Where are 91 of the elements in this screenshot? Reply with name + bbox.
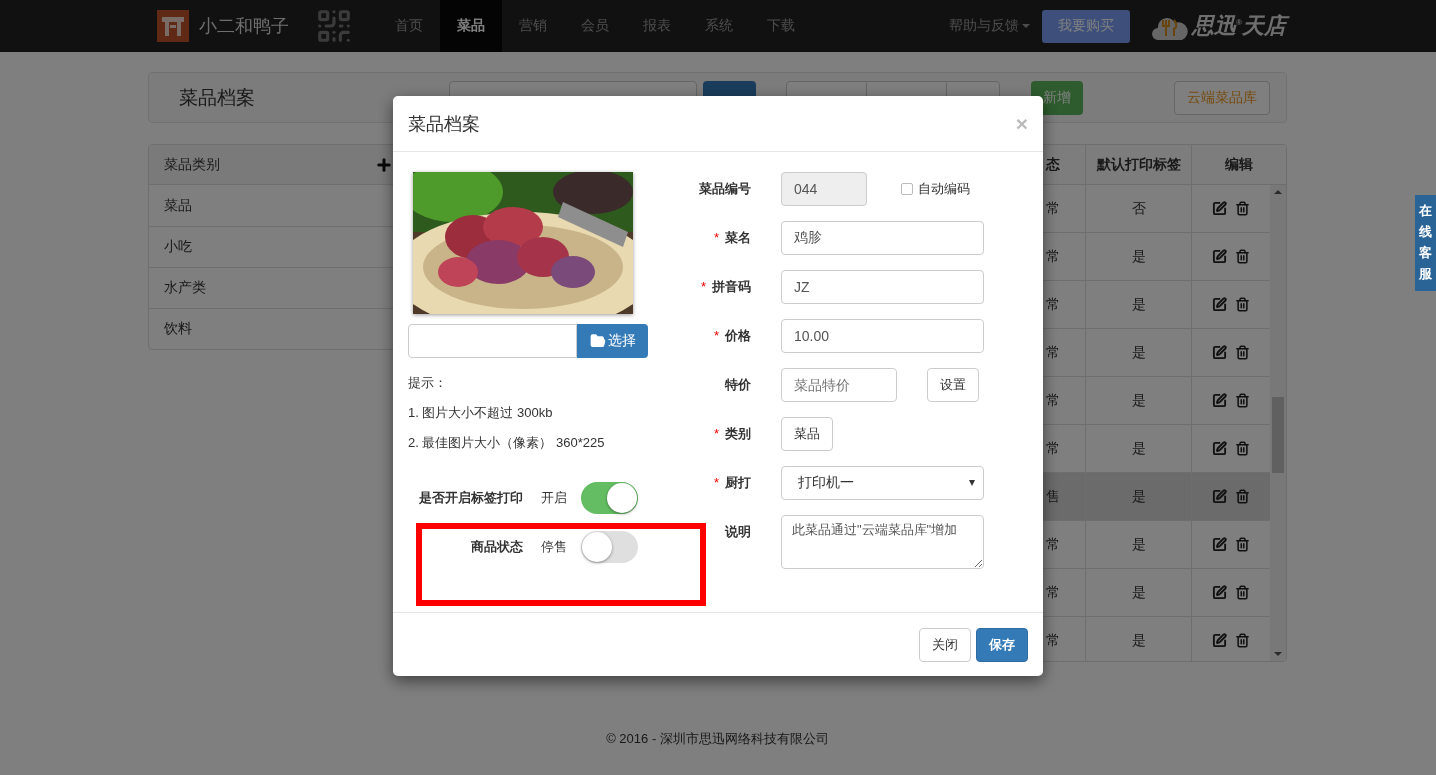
table-cell: 常: [1046, 343, 1060, 362]
field-label: * 类别: [712, 425, 751, 443]
edit-icon[interactable]: [1212, 297, 1227, 312]
code-field[interactable]: 044: [781, 172, 867, 206]
toggle-switch[interactable]: [581, 531, 638, 563]
field-label: * 价格: [712, 327, 751, 345]
shop-logo-icon: [157, 10, 189, 42]
column-header: 态: [1046, 155, 1060, 174]
field-label: 说明: [723, 523, 751, 541]
trash-icon[interactable]: [1235, 393, 1250, 408]
edit-icon[interactable]: [1212, 441, 1227, 456]
hint-text: 1. 图片大小不超过 300kb: [408, 404, 554, 422]
folder-icon: [589, 333, 606, 349]
column-header: 默认打印标签: [1096, 155, 1181, 174]
copyright-text: © 2016 - 深圳市思迅网络科技有限公司: [606, 731, 829, 746]
category-title: 菜品类别: [164, 155, 220, 174]
printer-select[interactable]: 打印机一: [781, 466, 984, 500]
trash-icon[interactable]: [1235, 441, 1250, 456]
checkbox-label: 自动编码: [918, 180, 970, 198]
nav-tab[interactable]: 菜品: [440, 0, 502, 52]
table-cell: 常: [1046, 535, 1060, 554]
file-field[interactable]: [408, 324, 577, 358]
table-cell: 常: [1046, 295, 1060, 314]
trash-icon[interactable]: [1235, 345, 1250, 360]
input-field[interactable]: 10.00: [781, 319, 984, 353]
toggle-label: 是否开启标签打印: [418, 489, 523, 507]
toggle-switch[interactable]: [581, 482, 638, 514]
hint-text: 2. 最佳图片大小（像素） 360*225: [408, 434, 606, 452]
field-label: * 厨打: [712, 474, 751, 492]
edit-icon[interactable]: [1212, 249, 1227, 264]
input-field[interactable]: 菜品特价: [781, 368, 897, 402]
table-cell: 是: [1131, 343, 1146, 362]
dialog-title: 菜品档案: [408, 112, 480, 136]
edit-icon[interactable]: [1212, 537, 1227, 552]
trash-icon[interactable]: [1235, 297, 1250, 312]
field-label: 菜品编号: [698, 180, 751, 198]
edit-icon[interactable]: [1212, 489, 1227, 504]
close-button[interactable]: 关闭: [919, 627, 971, 662]
toggle-state: 停售: [540, 538, 568, 556]
nav-tab[interactable]: 首页: [378, 0, 440, 52]
field-label: * 菜名: [712, 229, 751, 247]
table-cell: 是: [1131, 295, 1146, 314]
edit-icon[interactable]: [1212, 585, 1227, 600]
scrollbar[interactable]: [1270, 185, 1286, 661]
toggle-label: 商品状态: [470, 538, 523, 556]
online-service-tab[interactable]: 在线客服: [1415, 195, 1436, 291]
edit-icon[interactable]: [1212, 393, 1227, 408]
table-cell: 常: [1046, 631, 1060, 650]
table-cell: 常: [1046, 247, 1060, 266]
description-field[interactable]: 此菜品通过"云端菜品库"增加: [781, 515, 984, 569]
category-button[interactable]: 菜品: [781, 417, 833, 451]
nav-tab[interactable]: 系统: [688, 0, 750, 52]
category-item[interactable]: 菜品: [149, 185, 397, 226]
input-field[interactable]: 鸡胗: [781, 221, 984, 255]
table-cell: 是: [1131, 631, 1146, 650]
choose-button[interactable]: 选择: [577, 324, 648, 358]
set-button[interactable]: 设置: [927, 368, 979, 402]
field-label: 特价: [724, 376, 751, 394]
save-button[interactable]: 保存: [976, 627, 1028, 662]
brand-name: 小二和鸭子: [199, 15, 289, 38]
table-cell: 是: [1131, 391, 1146, 410]
trash-icon[interactable]: [1235, 201, 1250, 216]
page-title: 菜品档案: [179, 85, 256, 110]
table-cell: 是: [1131, 247, 1146, 266]
hint-text: 提示：: [408, 374, 448, 392]
table-cell: 售: [1046, 487, 1060, 506]
table-cell: 常: [1046, 583, 1060, 602]
table-cell: 是: [1131, 535, 1146, 554]
add-icon[interactable]: [375, 155, 393, 174]
column-header: 编辑: [1225, 155, 1253, 174]
trash-icon[interactable]: [1235, 489, 1250, 504]
toggle-state: 开启: [540, 489, 568, 507]
table-cell: 常: [1046, 199, 1060, 218]
trash-icon[interactable]: [1235, 633, 1250, 648]
table-cell: 是: [1131, 583, 1146, 602]
table-cell: 是: [1131, 487, 1146, 506]
table-cell: 否: [1131, 199, 1146, 218]
table-cell: 常: [1046, 439, 1060, 458]
trash-icon[interactable]: [1235, 585, 1250, 600]
checkbox[interactable]: [901, 183, 913, 195]
edit-icon[interactable]: [1212, 633, 1227, 648]
caret-icon: [969, 480, 975, 486]
input-field[interactable]: JZ: [781, 270, 984, 304]
trash-icon[interactable]: [1235, 537, 1250, 552]
table-cell: 常: [1046, 391, 1060, 410]
trash-icon[interactable]: [1235, 249, 1250, 264]
edit-icon[interactable]: [1212, 345, 1227, 360]
nav-tab[interactable]: 报表: [626, 0, 688, 52]
edit-icon[interactable]: [1212, 201, 1227, 216]
field-label: * 拼音码: [699, 278, 751, 296]
table-cell: 是: [1131, 439, 1146, 458]
